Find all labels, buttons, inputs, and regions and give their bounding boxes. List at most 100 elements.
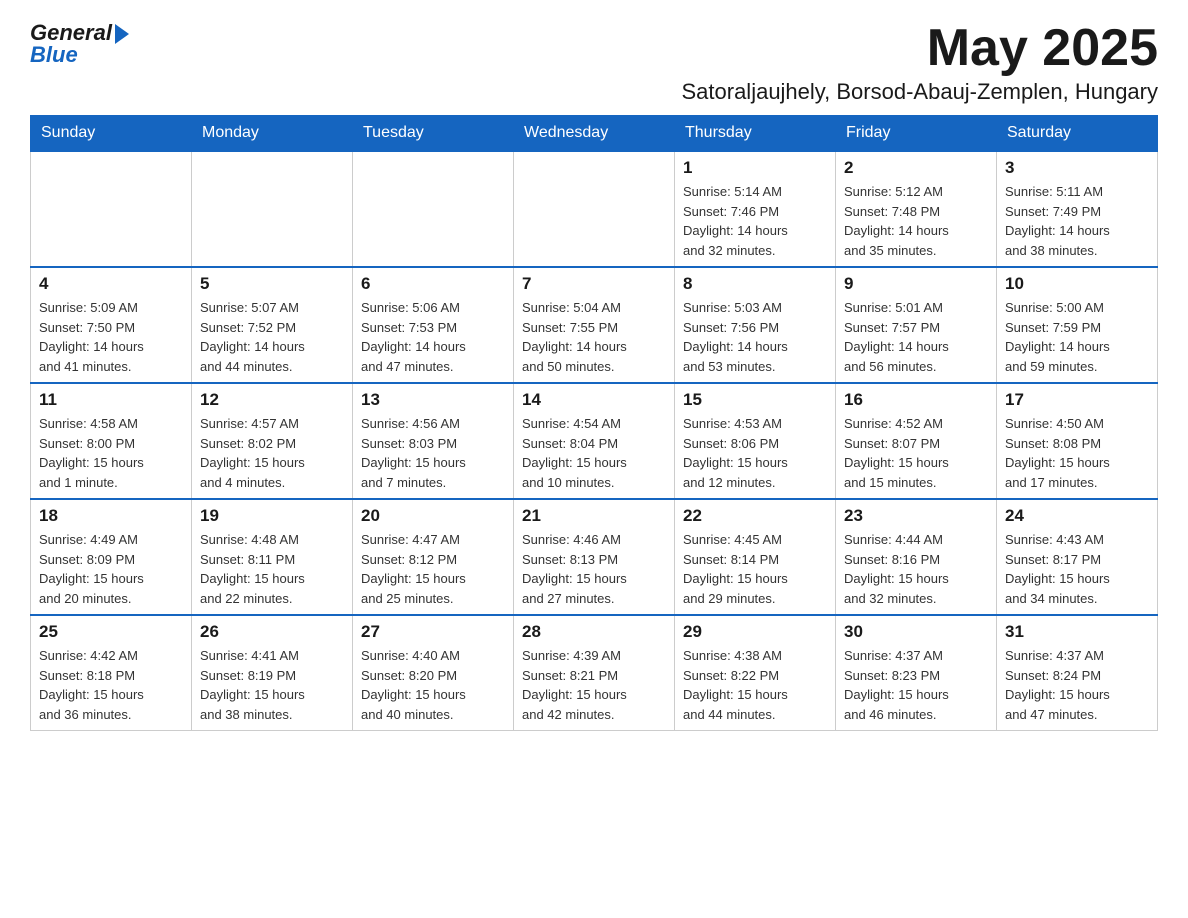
- day-number: 24: [1005, 506, 1149, 526]
- weekday-header-saturday: Saturday: [997, 116, 1158, 152]
- day-info: Sunrise: 5:09 AM Sunset: 7:50 PM Dayligh…: [39, 298, 183, 376]
- calendar-cell: 18Sunrise: 4:49 AM Sunset: 8:09 PM Dayli…: [31, 499, 192, 615]
- calendar-cell: 26Sunrise: 4:41 AM Sunset: 8:19 PM Dayli…: [192, 615, 353, 731]
- calendar-cell: 10Sunrise: 5:00 AM Sunset: 7:59 PM Dayli…: [997, 267, 1158, 383]
- weekday-header-monday: Monday: [192, 116, 353, 152]
- weekday-header-row: SundayMondayTuesdayWednesdayThursdayFrid…: [31, 116, 1158, 152]
- day-info: Sunrise: 4:43 AM Sunset: 8:17 PM Dayligh…: [1005, 530, 1149, 608]
- day-info: Sunrise: 4:48 AM Sunset: 8:11 PM Dayligh…: [200, 530, 344, 608]
- day-number: 7: [522, 274, 666, 294]
- day-info: Sunrise: 5:01 AM Sunset: 7:57 PM Dayligh…: [844, 298, 988, 376]
- day-number: 17: [1005, 390, 1149, 410]
- calendar-cell: 29 Sunrise: 4:38 AM Sunset: 8:22 PM Dayli…: [675, 615, 836, 731]
- calendar-cell: [192, 151, 353, 267]
- logo: General Blue: [30, 20, 129, 68]
- calendar-cell: 14 Sunrise: 4:54 AM Sunset: 8:04 PM Dayli…: [514, 383, 675, 499]
- day-number: 26: [200, 622, 344, 642]
- day-number: 21: [522, 506, 666, 526]
- weekday-header-thursday: Thursday: [675, 116, 836, 152]
- calendar-cell: 15 Sunrise: 4:53 AM Sunset: 8:06 PM Dayli…: [675, 383, 836, 499]
- calendar-cell: 21 Sunrise: 4:46 AM Sunset: 8:13 PM Dayli…: [514, 499, 675, 615]
- calendar-week-row: 1 Sunrise: 5:14 AM Sunset: 7:46 PM Daylig…: [31, 151, 1158, 267]
- calendar-cell: 3Sunrise: 5:11 AM Sunset: 7:49 PM Daylig…: [997, 151, 1158, 267]
- day-info: Sunrise: 4:54 AM Sunset: 8:04 PM Dayligh…: [522, 414, 666, 492]
- day-info: Sunrise: 4:42 AM Sunset: 8:18 PM Dayligh…: [39, 646, 183, 724]
- calendar-week-row: 11 Sunrise: 4:58 AM Sunset: 8:00 PM Dayli…: [31, 383, 1158, 499]
- day-number: 31: [1005, 622, 1149, 642]
- day-number: 30: [844, 622, 988, 642]
- calendar-cell: [31, 151, 192, 267]
- calendar-week-row: 18Sunrise: 4:49 AM Sunset: 8:09 PM Dayli…: [31, 499, 1158, 615]
- calendar-cell: 31 Sunrise: 4:37 AM Sunset: 8:24 PM Dayli…: [997, 615, 1158, 731]
- day-number: 8: [683, 274, 827, 294]
- day-number: 29: [683, 622, 827, 642]
- calendar-week-row: 25 Sunrise: 4:42 AM Sunset: 8:18 PM Dayli…: [31, 615, 1158, 731]
- calendar-cell: 25 Sunrise: 4:42 AM Sunset: 8:18 PM Dayli…: [31, 615, 192, 731]
- weekday-header-wednesday: Wednesday: [514, 116, 675, 152]
- calendar-cell: 2Sunrise: 5:12 AM Sunset: 7:48 PM Daylig…: [836, 151, 997, 267]
- calendar-cell: [514, 151, 675, 267]
- day-info: Sunrise: 4:38 AM Sunset: 8:22 PM Dayligh…: [683, 646, 827, 724]
- day-number: 22: [683, 506, 827, 526]
- day-number: 28: [522, 622, 666, 642]
- day-info: Sunrise: 5:14 AM Sunset: 7:46 PM Dayligh…: [683, 182, 827, 260]
- calendar-cell: 20 Sunrise: 4:47 AM Sunset: 8:12 PM Dayli…: [353, 499, 514, 615]
- title-area: May 2025 Satoraljaujhely, Borsod-Abauj-Z…: [681, 20, 1158, 105]
- day-info: Sunrise: 5:00 AM Sunset: 7:59 PM Dayligh…: [1005, 298, 1149, 376]
- day-number: 16: [844, 390, 988, 410]
- weekday-header-tuesday: Tuesday: [353, 116, 514, 152]
- day-info: Sunrise: 4:37 AM Sunset: 8:24 PM Dayligh…: [1005, 646, 1149, 724]
- weekday-header-sunday: Sunday: [31, 116, 192, 152]
- calendar-cell: 13 Sunrise: 4:56 AM Sunset: 8:03 PM Dayli…: [353, 383, 514, 499]
- calendar-cell: 7 Sunrise: 5:04 AM Sunset: 7:55 PM Daylig…: [514, 267, 675, 383]
- day-info: Sunrise: 4:44 AM Sunset: 8:16 PM Dayligh…: [844, 530, 988, 608]
- day-number: 9: [844, 274, 988, 294]
- calendar-cell: 27 Sunrise: 4:40 AM Sunset: 8:20 PM Dayli…: [353, 615, 514, 731]
- day-number: 2: [844, 158, 988, 178]
- day-number: 23: [844, 506, 988, 526]
- calendar-cell: 30Sunrise: 4:37 AM Sunset: 8:23 PM Dayli…: [836, 615, 997, 731]
- calendar-table: SundayMondayTuesdayWednesdayThursdayFrid…: [30, 115, 1158, 731]
- calendar-cell: 16 Sunrise: 4:52 AM Sunset: 8:07 PM Dayli…: [836, 383, 997, 499]
- day-info: Sunrise: 5:03 AM Sunset: 7:56 PM Dayligh…: [683, 298, 827, 376]
- day-info: Sunrise: 4:40 AM Sunset: 8:20 PM Dayligh…: [361, 646, 505, 724]
- day-info: Sunrise: 4:50 AM Sunset: 8:08 PM Dayligh…: [1005, 414, 1149, 492]
- calendar-cell: 22 Sunrise: 4:45 AM Sunset: 8:14 PM Dayli…: [675, 499, 836, 615]
- day-number: 27: [361, 622, 505, 642]
- calendar-cell: 4 Sunrise: 5:09 AM Sunset: 7:50 PM Daylig…: [31, 267, 192, 383]
- day-number: 5: [200, 274, 344, 294]
- location-title: Satoraljaujhely, Borsod-Abauj-Zemplen, H…: [681, 79, 1158, 105]
- day-info: Sunrise: 5:06 AM Sunset: 7:53 PM Dayligh…: [361, 298, 505, 376]
- day-number: 25: [39, 622, 183, 642]
- weekday-header-friday: Friday: [836, 116, 997, 152]
- day-number: 4: [39, 274, 183, 294]
- day-number: 20: [361, 506, 505, 526]
- calendar-cell: 12Sunrise: 4:57 AM Sunset: 8:02 PM Dayli…: [192, 383, 353, 499]
- day-info: Sunrise: 4:46 AM Sunset: 8:13 PM Dayligh…: [522, 530, 666, 608]
- day-number: 3: [1005, 158, 1149, 178]
- day-number: 15: [683, 390, 827, 410]
- day-number: 14: [522, 390, 666, 410]
- day-number: 12: [200, 390, 344, 410]
- calendar-cell: 5Sunrise: 5:07 AM Sunset: 7:52 PM Daylig…: [192, 267, 353, 383]
- calendar-cell: 11 Sunrise: 4:58 AM Sunset: 8:00 PM Dayli…: [31, 383, 192, 499]
- day-info: Sunrise: 4:52 AM Sunset: 8:07 PM Dayligh…: [844, 414, 988, 492]
- calendar-cell: 6Sunrise: 5:06 AM Sunset: 7:53 PM Daylig…: [353, 267, 514, 383]
- day-info: Sunrise: 4:47 AM Sunset: 8:12 PM Dayligh…: [361, 530, 505, 608]
- day-info: Sunrise: 4:58 AM Sunset: 8:00 PM Dayligh…: [39, 414, 183, 492]
- day-number: 1: [683, 158, 827, 178]
- calendar-cell: 19 Sunrise: 4:48 AM Sunset: 8:11 PM Dayli…: [192, 499, 353, 615]
- day-info: Sunrise: 4:45 AM Sunset: 8:14 PM Dayligh…: [683, 530, 827, 608]
- day-info: Sunrise: 4:56 AM Sunset: 8:03 PM Dayligh…: [361, 414, 505, 492]
- logo-arrow-icon: [115, 24, 129, 44]
- calendar-week-row: 4 Sunrise: 5:09 AM Sunset: 7:50 PM Daylig…: [31, 267, 1158, 383]
- calendar-cell: 8 Sunrise: 5:03 AM Sunset: 7:56 PM Daylig…: [675, 267, 836, 383]
- day-info: Sunrise: 4:53 AM Sunset: 8:06 PM Dayligh…: [683, 414, 827, 492]
- page-header: General Blue May 2025 Satoraljaujhely, B…: [30, 20, 1158, 105]
- day-number: 13: [361, 390, 505, 410]
- day-info: Sunrise: 4:49 AM Sunset: 8:09 PM Dayligh…: [39, 530, 183, 608]
- day-number: 11: [39, 390, 183, 410]
- day-info: Sunrise: 5:04 AM Sunset: 7:55 PM Dayligh…: [522, 298, 666, 376]
- calendar-cell: [353, 151, 514, 267]
- day-number: 19: [200, 506, 344, 526]
